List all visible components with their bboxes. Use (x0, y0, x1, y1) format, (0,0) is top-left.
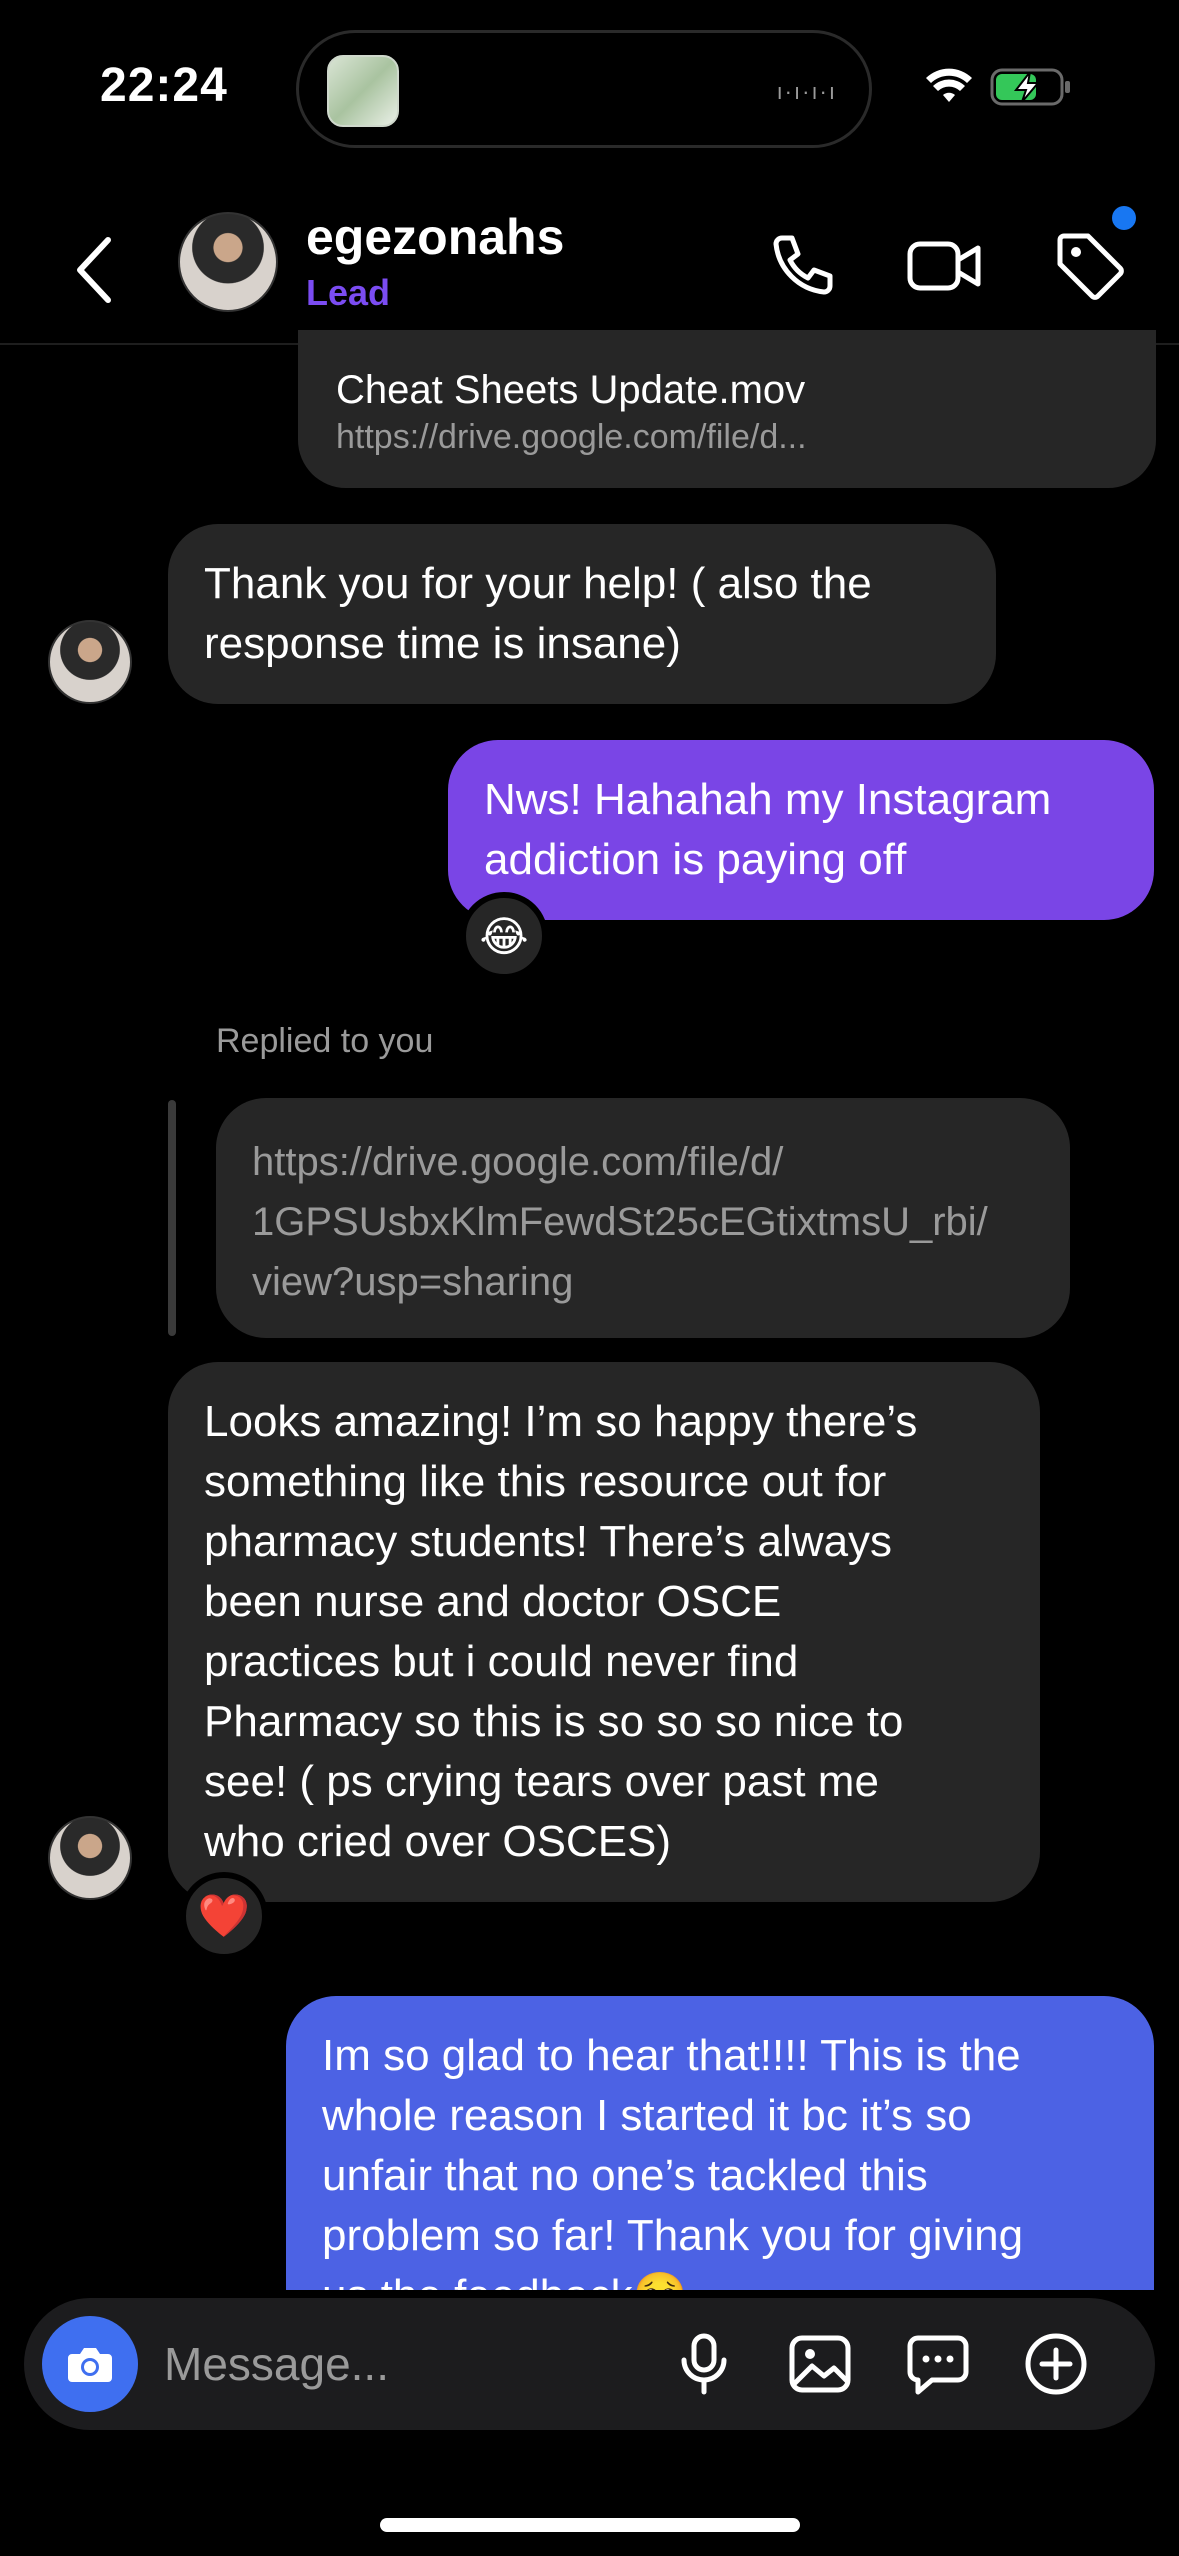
phone-icon[interactable] (760, 226, 840, 306)
status-time: 22:24 (100, 59, 228, 112)
tag-icon[interactable] (1050, 226, 1130, 306)
message-line: been nurse and doctor OSCE (204, 1577, 782, 1626)
message-line: Thank you for your help! ( also the (204, 559, 872, 608)
reaction-laughing-emoji[interactable]: 😂 (460, 892, 548, 980)
message-line: unfair that no one’s tackled this (322, 2151, 928, 2200)
reply-indicator-bar (168, 1100, 176, 1336)
battery-charging-icon (990, 68, 1070, 106)
message-line: Nws! Hahahah my Instagram (484, 775, 1052, 824)
message-line: Looks amazing! I’m so happy there’s (204, 1397, 918, 1446)
home-indicator[interactable] (380, 2518, 800, 2532)
live-activity-thumbnail (327, 55, 399, 127)
quoted-line: https://drive.google.com/file/d/ (252, 1140, 784, 1184)
replied-to-label: Replied to you (216, 1022, 434, 1060)
quoted-line: view?usp=sharing (252, 1260, 574, 1304)
plus-circle-icon[interactable] (1022, 2330, 1090, 2398)
message-composer (24, 2298, 1155, 2430)
quoted-line: 1GPSUsbxKlmFewdSt25cEGtixtmsU_rbi/ (252, 1200, 988, 1244)
message-bubble-incoming[interactable]: Thank you for your help! ( also the resp… (168, 524, 996, 704)
image-icon[interactable] (786, 2330, 854, 2398)
reaction-heart-emoji[interactable]: ❤️ (180, 1872, 268, 1960)
file-title: Cheat Sheets Update.mov (336, 368, 806, 412)
notification-dot (1112, 206, 1136, 230)
message-input[interactable] (164, 2326, 664, 2402)
message-line: response time is insane) (204, 619, 681, 668)
wifi-icon (926, 68, 972, 102)
message-line: addiction is paying off (484, 835, 907, 884)
sender-avatar[interactable] (48, 620, 132, 704)
dynamic-island[interactable]: ı·ı·ı·ı (296, 30, 872, 148)
video-camera-icon[interactable] (904, 226, 984, 306)
shared-file-card[interactable]: Cheat Sheets Update.mov https://drive.go… (298, 330, 1156, 488)
message-line: pharmacy students! There’s always (204, 1517, 893, 1566)
contact-username[interactable]: egezonahs (306, 208, 564, 266)
message-bubble-outgoing[interactable]: Nws! Hahahah my Instagram addiction is p… (448, 740, 1154, 920)
chat-bubble-icon[interactable] (904, 2330, 972, 2398)
chat-header: egezonahs Lead (0, 190, 1179, 345)
message-line: Pharmacy so this is so so so nice to (204, 1697, 904, 1746)
message-line: something like this resource out for (204, 1457, 887, 1506)
contact-label-badge[interactable]: Lead (306, 272, 390, 314)
message-line: problem so far! Thank you for giving (322, 2211, 1024, 2260)
message-line: practices but i could never find (204, 1637, 799, 1686)
file-url[interactable]: https://drive.google.com/file/d... (336, 414, 1118, 460)
camera-icon (68, 2348, 112, 2382)
message-line: whole reason I started it bc it’s so (322, 2091, 972, 2140)
avatar[interactable] (178, 212, 278, 312)
camera-button[interactable] (42, 2316, 138, 2412)
quoted-message[interactable]: https://drive.google.com/file/d/ 1GPSUsb… (216, 1098, 1070, 1338)
message-line: who cried over OSCES) (204, 1817, 672, 1866)
island-waveform-icon: ı·ı·ı·ı (776, 79, 837, 104)
message-line: see! ( ps crying tears over past me (204, 1757, 879, 1806)
microphone-icon[interactable] (670, 2330, 738, 2398)
chevron-left-icon[interactable] (68, 230, 124, 310)
message-line: Im so glad to hear that!!!! This is the (322, 2031, 1021, 2080)
sender-avatar[interactable] (48, 1816, 132, 1900)
message-bubble-incoming[interactable]: Looks amazing! I’m so happy there’s some… (168, 1362, 1040, 1902)
status-bar: 22:24 ı·ı·ı·ı (0, 0, 1179, 170)
